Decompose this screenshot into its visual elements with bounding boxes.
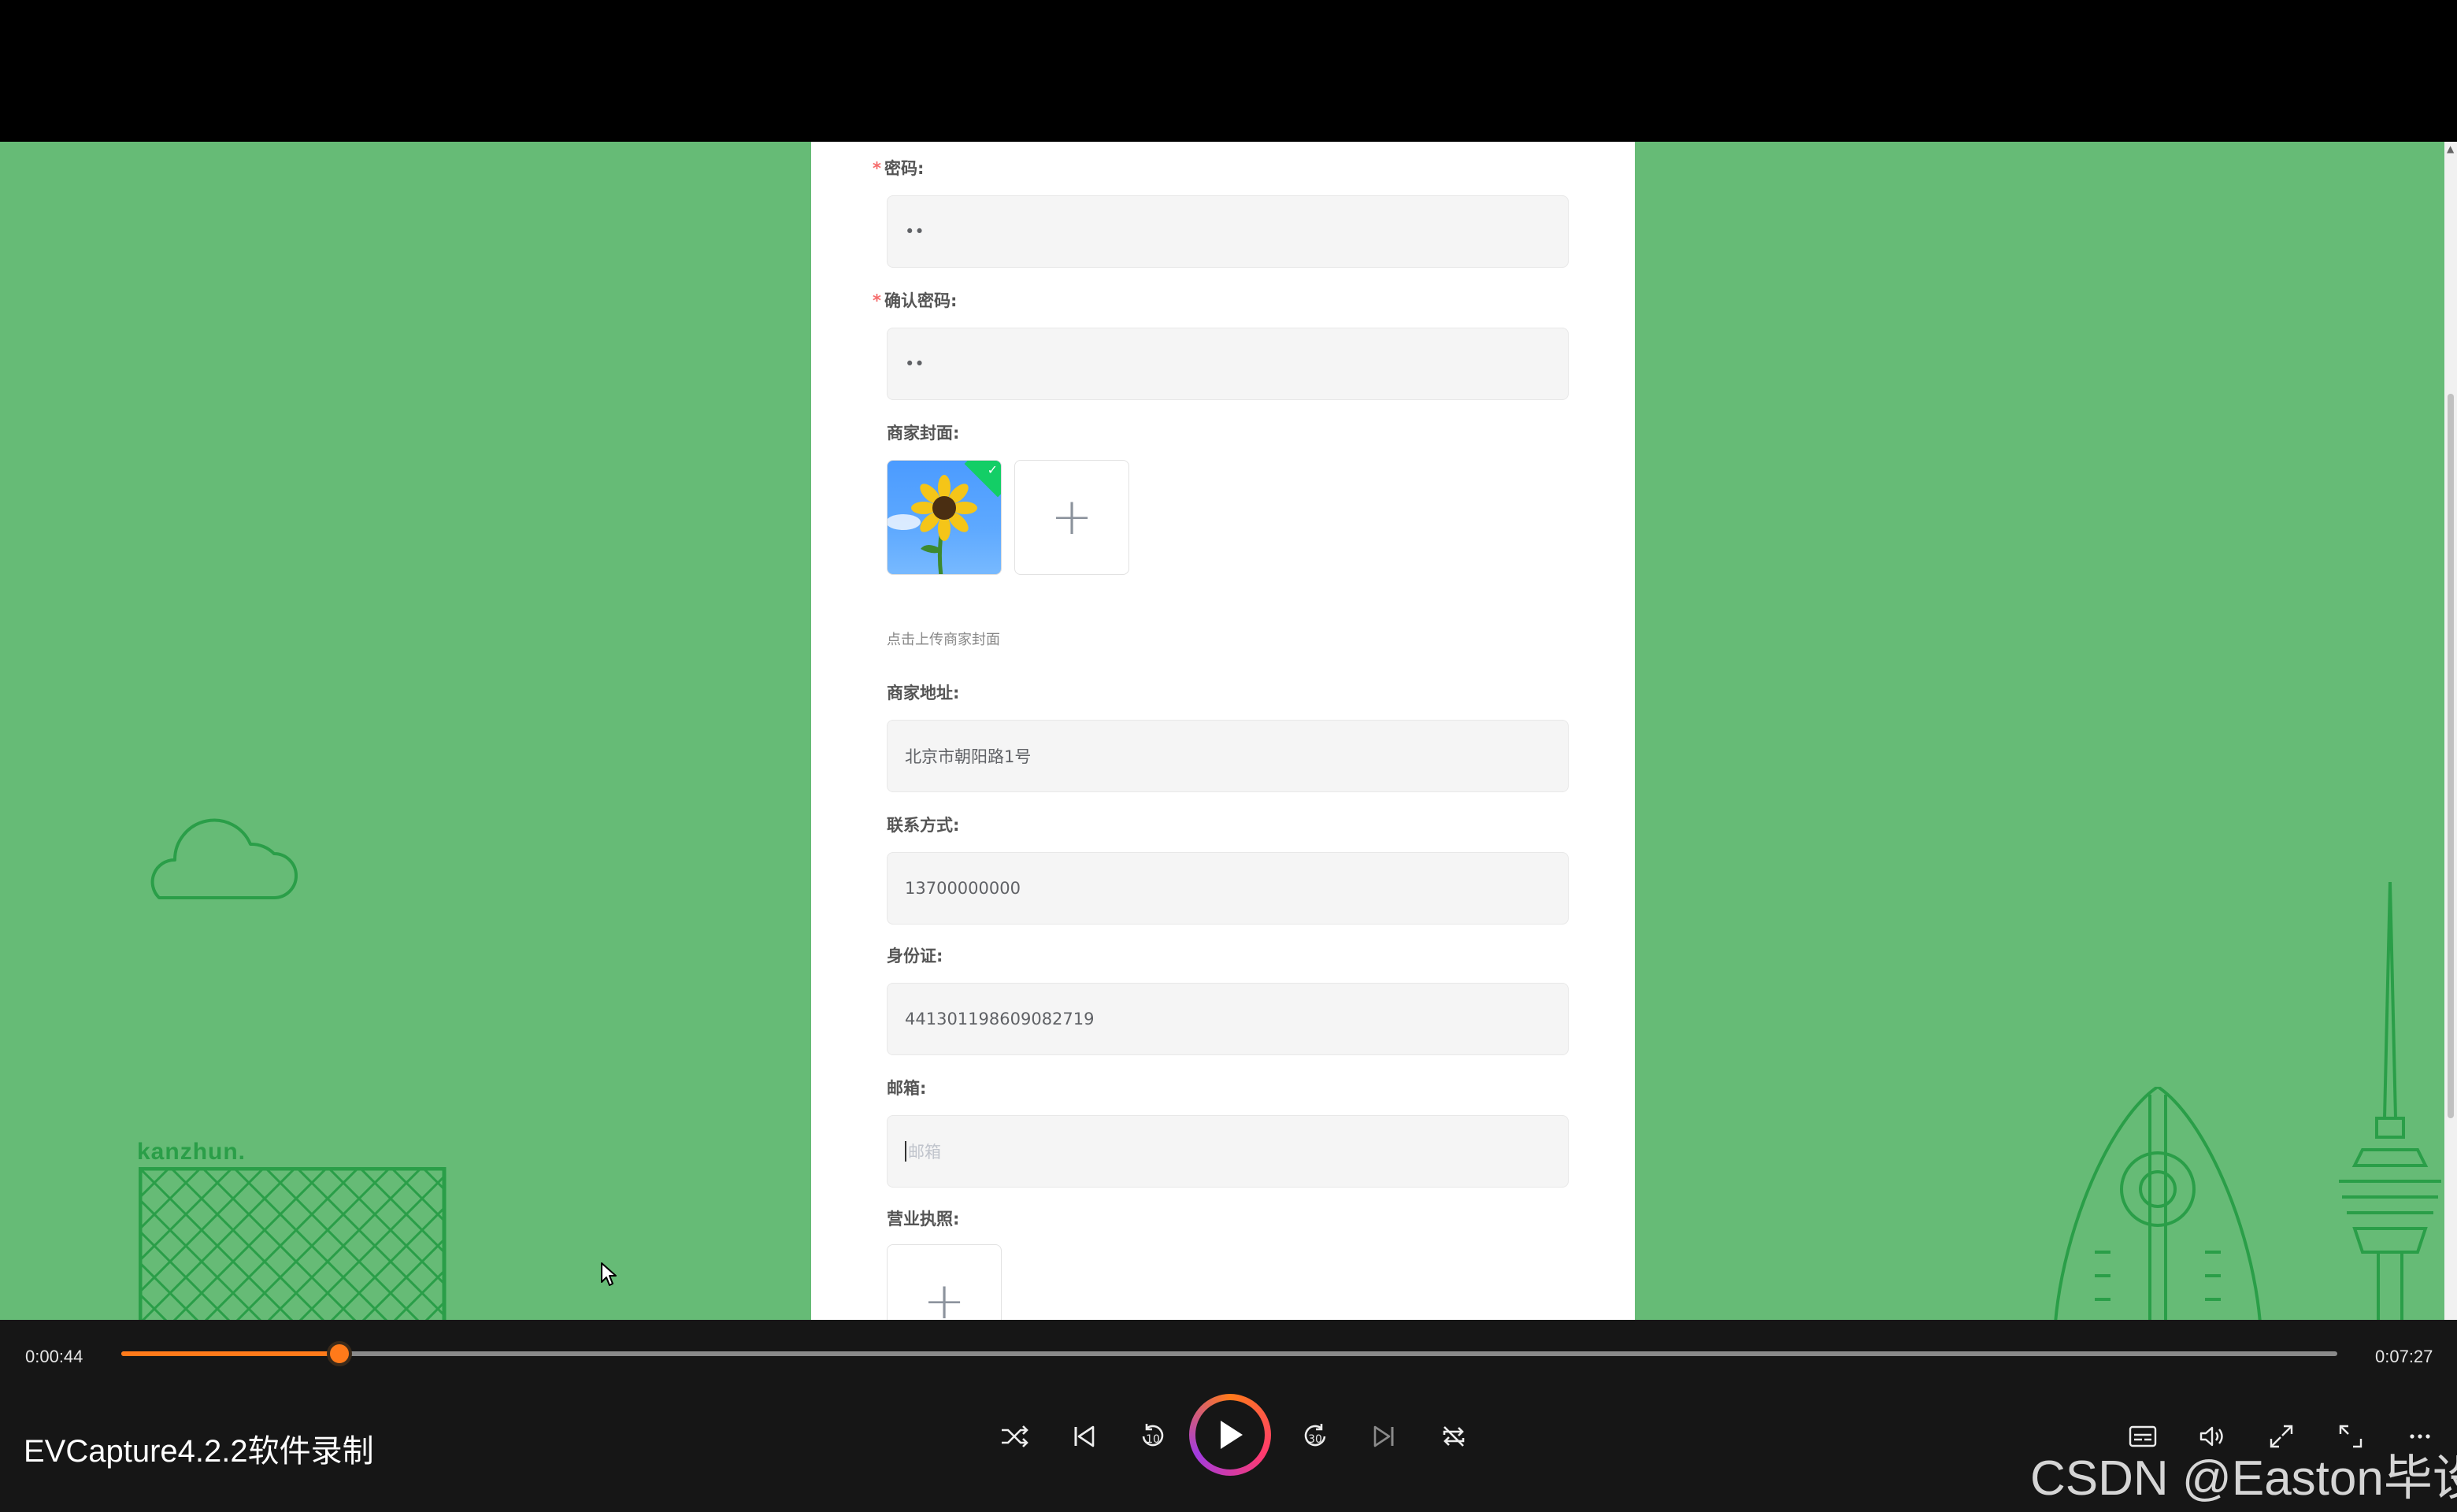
play-button-inner: [1195, 1400, 1265, 1469]
confirm-password-label-text: 确认密码:: [884, 291, 958, 310]
csdn-watermark: CSDN @Easton毕设: [2030, 1451, 2457, 1506]
next-button[interactable]: [1354, 1406, 1414, 1466]
previous-icon: [1074, 1425, 1095, 1447]
shuffle-icon: [1002, 1425, 1028, 1447]
email-label: 邮箱:: [887, 1079, 927, 1098]
video-title: EVCapture4.2.2软件录制: [24, 1434, 374, 1469]
play-icon: [1221, 1421, 1243, 1449]
top-black-band: [0, 0, 2457, 142]
cover-upload-tip: 点击上传商家封面: [887, 632, 1000, 648]
video-frame: kanzhun. * 密码: •• * 确认密码: •• 商家封面: ✓ + 点…: [0, 142, 2457, 1320]
cover-image-thumbnail[interactable]: ✓: [887, 460, 1002, 575]
register-form-panel: * 密码: •• * 确认密码: •• 商家封面: ✓ + 点击上传商家封面 商…: [811, 142, 1635, 1320]
password-label: * 密码:: [873, 156, 925, 180]
scroll-up-icon[interactable]: ▲: [2447, 143, 2454, 154]
address-label: 商家地址:: [887, 684, 960, 702]
rewind-button[interactable]: 10: [1123, 1406, 1183, 1466]
forward-button[interactable]: 30: [1285, 1406, 1345, 1466]
forward-30-icon: 30: [1304, 1424, 1326, 1447]
repeat-button[interactable]: [1424, 1406, 1484, 1466]
contact-input[interactable]: 13700000000: [887, 852, 1569, 925]
license-label: 营业执照:: [887, 1210, 960, 1228]
seek-handle[interactable]: [326, 1341, 352, 1366]
tv-tower-illustration: [2339, 882, 2441, 1320]
text-caret: [905, 1141, 906, 1162]
plus-icon: +: [1051, 488, 1093, 547]
password-label-text: 密码:: [884, 159, 925, 178]
confirm-password-label: * 确认密码:: [873, 288, 958, 312]
email-input[interactable]: 邮箱: [887, 1115, 1569, 1188]
required-mark: *: [873, 159, 881, 178]
seek-bar[interactable]: [121, 1341, 2337, 1366]
id-card-label: 身份证:: [887, 947, 943, 965]
scrollbar-thumb[interactable]: [2448, 394, 2454, 1118]
previous-button[interactable]: [1054, 1406, 1114, 1466]
plus-icon: +: [923, 1273, 965, 1320]
address-input[interactable]: 北京市朝阳路1号: [887, 720, 1569, 792]
landmark-illustration: [2054, 1087, 2262, 1320]
password-input[interactable]: ••: [887, 195, 1569, 268]
contact-label: 联系方式:: [887, 816, 960, 835]
next-icon: [1373, 1425, 1394, 1447]
rewind-label: 10: [1146, 1433, 1160, 1446]
confirm-password-input[interactable]: ••: [887, 328, 1569, 400]
license-upload-button[interactable]: +: [887, 1244, 1002, 1320]
play-button[interactable]: [1189, 1394, 1271, 1476]
required-mark: *: [873, 291, 881, 310]
cloud-illustration: [150, 818, 298, 899]
mouse-cursor-icon: [601, 1262, 617, 1286]
id-card-input[interactable]: 441301198609082719: [887, 983, 1569, 1055]
shuffle-button[interactable]: [984, 1406, 1044, 1466]
cover-upload-button[interactable]: +: [1014, 460, 1129, 575]
forward-label: 30: [1308, 1433, 1322, 1446]
building-illustration: [139, 1167, 447, 1320]
time-total: 0:07:27: [2375, 1347, 2433, 1366]
repeat-icon: [1443, 1426, 1465, 1447]
page-scrollbar[interactable]: ▲: [2444, 142, 2457, 1320]
cover-label: 商家封面:: [887, 424, 960, 443]
kanzhun-logo: kanzhun.: [137, 1139, 246, 1165]
email-placeholder: 邮箱: [908, 1143, 941, 1162]
seek-bar-played: [121, 1351, 339, 1356]
time-elapsed: 0:00:44: [25, 1347, 83, 1366]
rewind-10-icon: 10: [1142, 1424, 1164, 1447]
check-icon: ✓: [987, 462, 998, 477]
media-player-bar: 0:00:44 0:07:27 EVCapture4.2.2软件录制 10 30: [0, 1320, 2457, 1512]
